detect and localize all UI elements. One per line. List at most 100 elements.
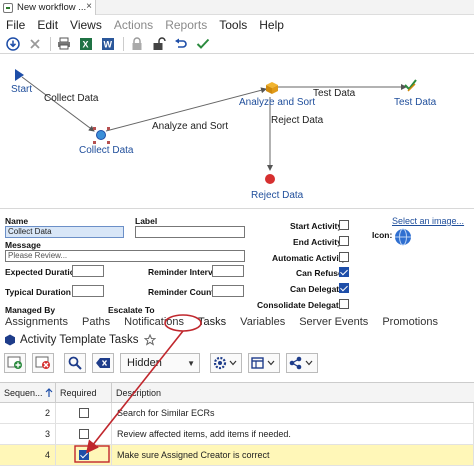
required-checkbox[interactable] — [78, 450, 89, 460]
end-activity-label: End Activity — [293, 237, 342, 247]
required-cell — [56, 424, 112, 444]
tab-assignments[interactable]: Assignments — [5, 316, 68, 328]
svg-text:W: W — [104, 39, 113, 49]
toolbar-divider — [123, 36, 124, 51]
automatic-activity-checkbox[interactable] — [339, 252, 349, 262]
collect-data-node-icon[interactable] — [96, 130, 106, 140]
save-icon[interactable] — [4, 36, 22, 52]
sequence-cell: 2 — [0, 403, 56, 423]
can-refuse-label: Can Refuse — [296, 268, 343, 278]
start-activity-checkbox[interactable] — [339, 220, 349, 230]
undo-icon[interactable] — [172, 36, 190, 52]
share-icon[interactable] — [286, 353, 318, 373]
start-node-icon[interactable] — [15, 69, 24, 81]
star-icon[interactable] — [144, 334, 157, 346]
table-row[interactable]: 3 Review affected items, add items if ne… — [0, 424, 474, 445]
remove-task-icon[interactable] — [32, 353, 54, 373]
workflow-tab[interactable]: New workflow ... × — [0, 0, 96, 15]
clear-filter-icon[interactable] — [92, 353, 114, 373]
menu-reports[interactable]: Reports — [165, 18, 207, 32]
message-field[interactable]: Please Review... — [5, 250, 245, 262]
can-delegate-checkbox[interactable] — [339, 283, 349, 293]
globe-icon[interactable] — [394, 228, 412, 246]
edge-label-analyze-and-sort: Analyze and Sort — [152, 121, 229, 132]
edge-label-test-data: Test Data — [313, 88, 356, 99]
table-header: Sequen... Required Description — [0, 383, 474, 403]
reject-data-label: Reject Data — [251, 190, 304, 201]
typical-duration-field[interactable] — [72, 285, 104, 297]
name-field[interactable]: Collect Data — [5, 226, 124, 238]
menu-help[interactable]: Help — [259, 18, 284, 32]
menu-edit[interactable]: Edit — [37, 18, 58, 32]
selection-handle — [93, 127, 96, 130]
workflow-icon — [3, 2, 13, 13]
tab-title: New workflow ... — [17, 2, 87, 13]
tab-variables[interactable]: Variables — [240, 316, 285, 328]
consolidate-delegated-checkbox[interactable] — [339, 299, 349, 309]
grid-layout-icon[interactable] — [248, 353, 280, 373]
reminder-interval-field[interactable] — [212, 265, 244, 277]
edge-label-collect-data: Collect Data — [44, 93, 99, 104]
menu-views[interactable]: Views — [70, 18, 102, 32]
tab-promotions[interactable]: Promotions — [382, 316, 438, 328]
hexagon-icon — [5, 334, 15, 346]
tab-paths[interactable]: Paths — [82, 316, 110, 328]
dropdown-value: Hidden — [127, 357, 162, 369]
unlock-icon[interactable] — [150, 36, 168, 52]
tab-server-events[interactable]: Server Events — [299, 316, 368, 328]
required-checkbox[interactable] — [78, 408, 89, 418]
lock-icon[interactable] — [128, 36, 146, 52]
test-data-label: Test Data — [394, 97, 437, 108]
required-checkbox[interactable] — [78, 429, 89, 439]
delete-icon[interactable] — [26, 36, 44, 52]
settings-icon[interactable] — [210, 353, 242, 373]
menu-file[interactable]: File — [6, 18, 25, 32]
svg-text:X: X — [83, 39, 89, 49]
column-header-sequence[interactable]: Sequen... — [0, 383, 56, 402]
expected-duration-field[interactable] — [72, 265, 104, 277]
reminder-count-field[interactable] — [212, 285, 244, 297]
menu-tools[interactable]: Tools — [219, 18, 247, 32]
start-activity-label: Start Activity — [290, 221, 343, 231]
table-row[interactable]: 4 Make sure Assigned Creator is correct — [0, 445, 474, 466]
close-icon[interactable]: × — [86, 1, 92, 12]
excel-icon[interactable]: X — [77, 36, 95, 52]
reminder-count-label: Reminder Count — [148, 287, 215, 297]
analyze-and-sort-label: Analyze and Sort — [239, 97, 316, 108]
add-task-icon[interactable] — [4, 353, 26, 373]
print-icon[interactable] — [55, 36, 73, 52]
label-field[interactable] — [135, 226, 245, 238]
workflow-canvas[interactable]: Start Collect Data Analyze and Sort Test… — [0, 55, 474, 207]
tab-tasks[interactable]: Tasks — [198, 316, 226, 328]
expected-duration-label: Expected Duration — [5, 267, 81, 277]
typical-duration-label: Typical Duration — [5, 287, 71, 297]
word-icon[interactable]: W — [99, 36, 117, 52]
column-header-required[interactable]: Required — [56, 383, 112, 402]
tab-notifications[interactable]: Notifications — [124, 316, 184, 328]
sequence-cell: 3 — [0, 424, 56, 444]
can-refuse-checkbox[interactable] — [339, 267, 349, 277]
selection-handle — [93, 141, 96, 144]
description-cell: Review affected items, add items if need… — [112, 424, 474, 444]
select-image-link[interactable]: Select an image... — [392, 216, 464, 226]
reject-node-icon[interactable] — [265, 174, 275, 184]
column-header-description[interactable]: Description — [112, 383, 474, 402]
reminder-interval-label: Reminder Interval — [148, 267, 220, 277]
can-delegate-label: Can Delegate — [290, 284, 344, 294]
menu-actions[interactable]: Actions — [114, 18, 153, 32]
required-cell — [56, 403, 112, 423]
main-toolbar: X W — [0, 34, 474, 54]
collect-data-label: Collect Data — [79, 145, 134, 156]
label-label: Label — [135, 216, 158, 226]
menu-bar: File Edit Views Actions Reports Tools He… — [0, 16, 474, 34]
edge-collect-data[interactable] — [21, 76, 95, 132]
search-icon[interactable] — [64, 353, 86, 373]
table-row[interactable]: 2 Search for Similar ECRs — [0, 403, 474, 424]
description-cell: Search for Similar ECRs — [112, 403, 474, 423]
selection-handle — [107, 141, 110, 144]
visibility-dropdown[interactable]: Hidden ▼ — [120, 353, 200, 373]
end-activity-checkbox[interactable] — [339, 236, 349, 246]
title-bar: New workflow ... × — [0, 0, 474, 15]
check-icon[interactable] — [194, 36, 212, 52]
icon-label: Icon: — [372, 230, 393, 240]
